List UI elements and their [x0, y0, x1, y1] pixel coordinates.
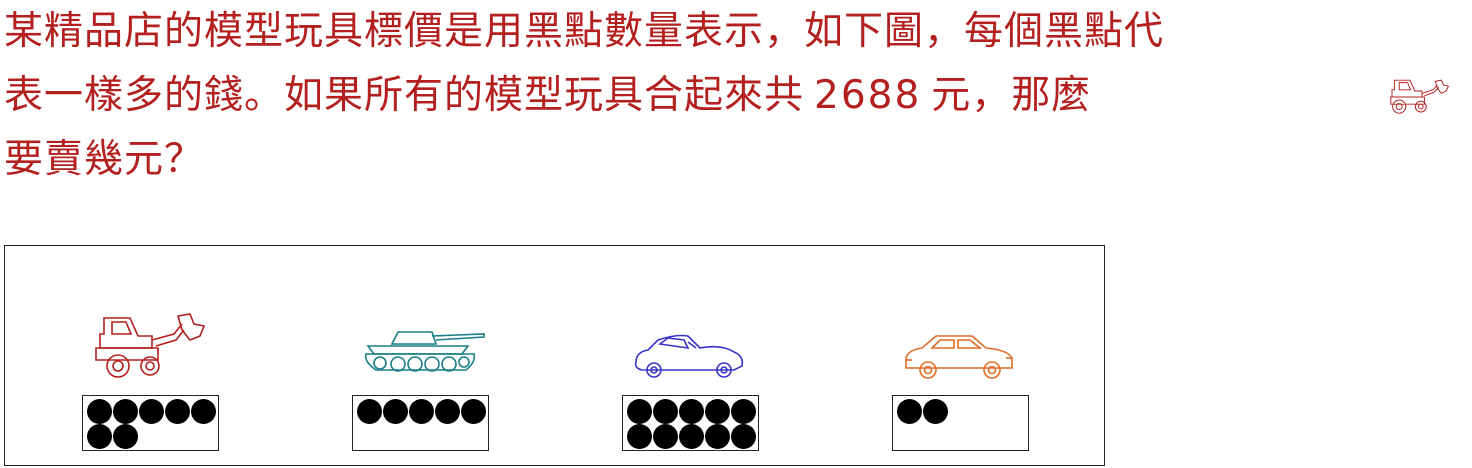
- price-dot: [113, 399, 138, 424]
- question-line-1: 某精品店的模型玩具標價是用黑點數量表示，如下圖，每個黑點代: [4, 9, 1165, 54]
- bulldozer-icon: [95, 313, 206, 378]
- question-line-2-end: 元，那麼: [931, 73, 1092, 118]
- price-dot: [165, 399, 190, 424]
- question-text: 某精品店的模型玩具標價是用黑點數量表示，如下圖，每個黑點代 表一樣多的錢。如果所…: [4, 0, 1468, 192]
- price-dot: [191, 399, 216, 424]
- price-dot: [627, 399, 652, 424]
- toy-sports-car: [622, 246, 762, 467]
- price-dot: [409, 399, 434, 424]
- price-dots-box: [82, 395, 219, 451]
- price-dot: [383, 399, 408, 424]
- price-dot: [87, 424, 112, 449]
- sedan-icon: [905, 335, 1013, 379]
- sports-car-icon: [634, 334, 744, 378]
- total-amount: 2688: [814, 73, 922, 118]
- price-dots-box: [352, 395, 489, 451]
- price-dot: [461, 399, 486, 424]
- price-dot: [627, 424, 652, 449]
- price-dot: [113, 424, 138, 449]
- toy-sedan: [892, 246, 1032, 467]
- price-dot: [679, 424, 704, 449]
- price-dot: [435, 399, 460, 424]
- price-dots-box: [892, 395, 1029, 451]
- price-dot: [653, 399, 678, 424]
- toy-tank: [352, 246, 492, 467]
- price-dot: [139, 399, 164, 424]
- price-dot: [705, 424, 730, 449]
- price-dot: [653, 424, 678, 449]
- price-dot: [87, 399, 112, 424]
- question-line-2: 表一樣多的錢。如果所有的模型玩具合起來共 2688 元，那麼: [4, 64, 1468, 128]
- price-dot: [731, 399, 756, 424]
- price-dot: [357, 399, 382, 424]
- price-dot: [731, 424, 756, 449]
- price-dot: [897, 399, 922, 424]
- price-dots-box: [622, 395, 759, 451]
- toy-panel: [4, 245, 1105, 466]
- question-line-2-start: 表一樣多的錢。如果所有的模型玩具合起來共: [4, 73, 805, 118]
- question-line-3: 要賣幾元？: [4, 137, 205, 182]
- price-dot: [923, 399, 948, 424]
- tank-icon: [364, 331, 485, 372]
- toy-bulldozer: [82, 246, 222, 467]
- bulldozer-icon: [1390, 79, 1450, 114]
- price-dot: [679, 399, 704, 424]
- price-dot: [705, 399, 730, 424]
